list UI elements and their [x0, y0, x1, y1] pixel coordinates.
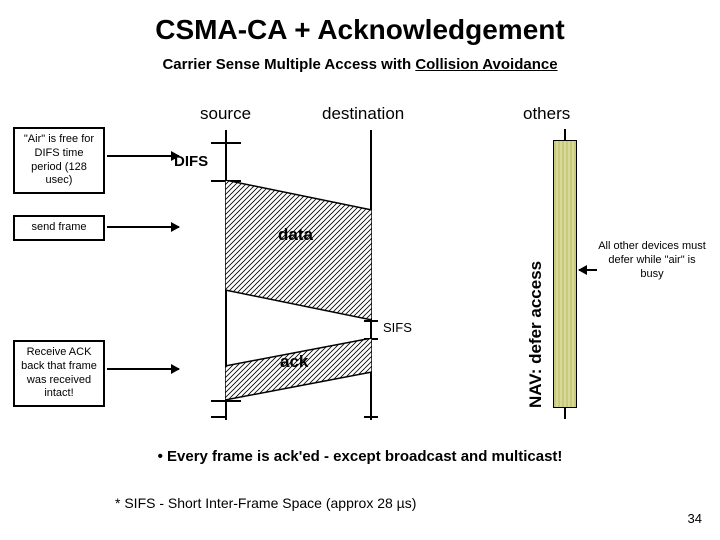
col-others: others: [523, 104, 570, 124]
subtitle-underlined: Collision Avoidance: [415, 56, 557, 73]
bullet-dot: •: [158, 448, 167, 465]
annot-air-free: "Air" is free for DIFS time period (128 …: [13, 127, 105, 194]
arrow-send-frame: [107, 226, 179, 228]
subtitle-prefix: Carrier Sense Multiple Access with: [162, 56, 415, 73]
footnote: * SIFS - Short Inter-Frame Space (approx…: [115, 495, 416, 511]
tick-final-dst: [364, 416, 378, 418]
sifs-label: SIFS: [383, 320, 412, 335]
arrow-receive-ack: [107, 368, 179, 370]
col-source: source: [200, 104, 251, 124]
subtitle: Carrier Sense Multiple Access with Colli…: [0, 56, 720, 73]
tick-difs-start: [211, 142, 241, 144]
tick-final-src: [211, 416, 225, 418]
arrow-air-free: [107, 155, 179, 157]
annot-send-frame: send frame: [13, 215, 105, 241]
annot-receive-ack: Receive ACK back that frame was received…: [13, 340, 105, 407]
arrow-others-defer: [579, 269, 597, 271]
ack-label: ack: [280, 352, 308, 372]
page-title: CSMA-CA + Acknowledgement: [0, 0, 720, 46]
tick-sifs-start: [364, 320, 378, 322]
data-frame-shape: [225, 180, 372, 320]
bullet-line: • Every frame is ack'ed - except broadca…: [0, 448, 720, 465]
page-number: 34: [688, 511, 702, 526]
difs-label: DIFS: [174, 153, 208, 170]
data-label: data: [278, 225, 313, 245]
bullet-text: Every frame is ack'ed - except broadcast…: [167, 448, 562, 465]
col-destination: destination: [322, 104, 404, 124]
nav-defer-bar: [553, 140, 577, 408]
nav-label: NAV: defer access: [526, 261, 546, 408]
annot-others-defer: All other devices must defer while "air"…: [597, 240, 707, 281]
timing-diagram: DIFS data SIFS: [180, 130, 560, 420]
tick-ack-end-src: [211, 400, 241, 402]
